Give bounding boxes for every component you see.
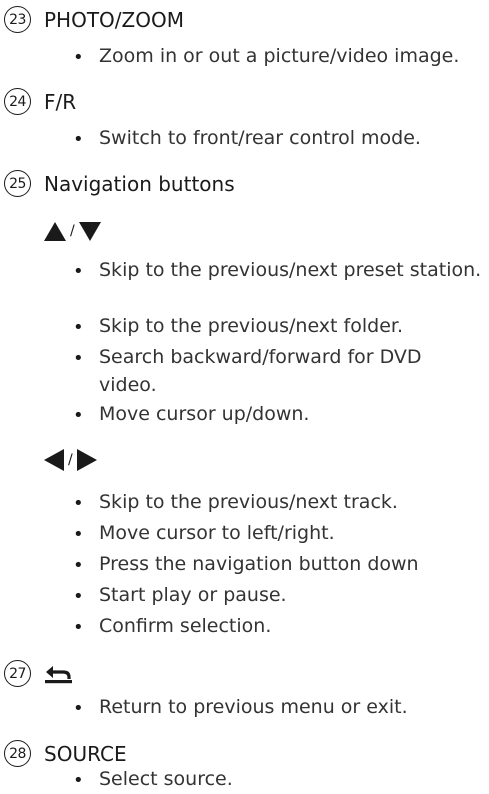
bullet-marker: • bbox=[73, 555, 84, 576]
section-title: Navigation buttons bbox=[44, 172, 235, 196]
bullet-marker: • bbox=[73, 317, 84, 338]
bullet-marker: • bbox=[73, 348, 84, 369]
bullet-text: Search backward/forward for DVD video. bbox=[99, 346, 422, 396]
bullet-text: Move cursor up/down. bbox=[99, 403, 310, 425]
bullet-text: Skip to the previous/next folder. bbox=[99, 315, 403, 337]
return-arrow-icon bbox=[45, 666, 72, 684]
bullet-marker: • bbox=[73, 698, 84, 719]
down-triangle-icon bbox=[78, 221, 101, 241]
left-right-subheading: / bbox=[44, 447, 97, 473]
section-title: PHOTO/ZOOM bbox=[44, 8, 184, 32]
bullet-marker: • bbox=[73, 586, 84, 607]
up-down-subheading: / bbox=[44, 218, 101, 244]
bullet-text: Skip to the previous/next track. bbox=[99, 491, 398, 513]
bullet-text: Start play or pause. bbox=[99, 584, 287, 606]
section-title: F/R bbox=[44, 90, 77, 114]
bullet-text: Zoom in or out a picture/video image. bbox=[99, 45, 460, 67]
item-number: 23 bbox=[4, 6, 31, 33]
left-triangle-icon bbox=[44, 449, 64, 471]
bullet-text: Confirm selection. bbox=[99, 615, 272, 637]
manual-page: 23 PHOTO/ZOOM • Zoom in or out a picture… bbox=[0, 0, 489, 794]
bullet-text: Press the navigation button down bbox=[99, 553, 419, 575]
item-number: 25 bbox=[4, 170, 31, 197]
section-title: SOURCE bbox=[44, 742, 127, 766]
bullet-text: Return to previous menu or exit. bbox=[99, 696, 408, 718]
bullet-marker: • bbox=[73, 129, 84, 150]
bullet-text: Move cursor to left/right. bbox=[99, 522, 335, 544]
bullet-marker: • bbox=[73, 47, 84, 68]
item-number: 27 bbox=[4, 660, 31, 687]
bullet-text: Switch to front/rear control mode. bbox=[99, 127, 421, 149]
bullet-marker: • bbox=[73, 405, 84, 426]
separator: / bbox=[70, 223, 75, 239]
right-triangle-icon bbox=[76, 449, 97, 471]
bullet-marker: • bbox=[73, 770, 84, 791]
bullet-marker: • bbox=[73, 493, 84, 514]
bullet-text: Select source. bbox=[99, 768, 233, 790]
bullet-marker: • bbox=[73, 524, 84, 545]
item-number: 24 bbox=[4, 88, 31, 115]
bullet-text: Skip to the previous/next preset station… bbox=[99, 259, 482, 281]
separator: / bbox=[68, 452, 73, 468]
item-number: 28 bbox=[4, 740, 31, 767]
up-triangle-icon bbox=[44, 221, 66, 241]
bullet-marker: • bbox=[73, 261, 84, 282]
bullet-marker: • bbox=[73, 617, 84, 638]
